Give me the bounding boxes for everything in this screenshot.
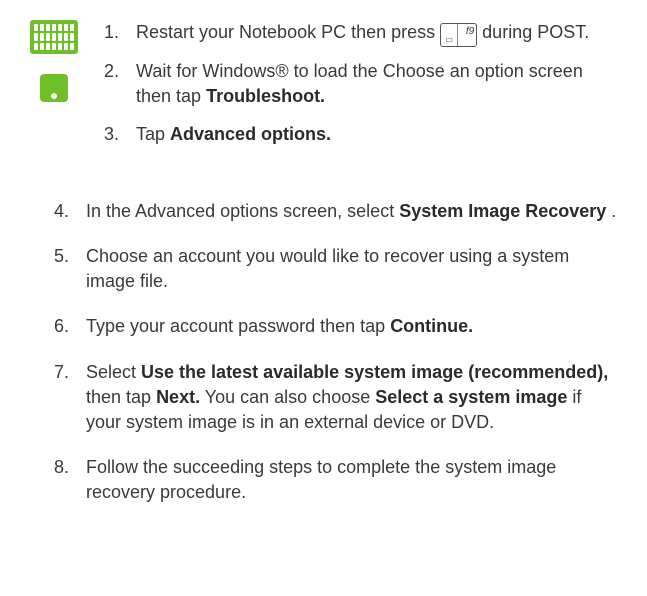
step-text: during POST. [482, 22, 589, 42]
step-text: Wait for Windows® to load the Choose an … [136, 61, 583, 106]
step-text: Select [86, 362, 141, 382]
step-bold: Continue. [390, 316, 473, 336]
top-steps-list: Restart your Notebook PC then press ▭ f9… [96, 20, 617, 159]
step-bold: System Image Recovery [399, 201, 606, 221]
step-text: then tap [86, 387, 156, 407]
key-label: f9 [458, 24, 476, 46]
step-text: Follow the succeeding steps to complete … [86, 457, 556, 502]
bottom-steps-list: In the Advanced options screen, select S… [30, 199, 617, 506]
key-glyph: ▭ [441, 24, 458, 46]
list-item: Type your account password then tap Cont… [74, 314, 617, 339]
step-bold: Advanced options. [170, 124, 331, 144]
step-bold: Troubleshoot. [206, 86, 325, 106]
list-item: Follow the succeeding steps to complete … [74, 455, 617, 505]
step-text: Choose an account you would like to reco… [86, 246, 569, 291]
list-item: In the Advanced options screen, select S… [74, 199, 617, 224]
touch-device-icon [40, 74, 68, 102]
step-bold: Next. [156, 387, 200, 407]
list-item: Wait for Windows® to load the Choose an … [124, 59, 617, 109]
keyboard-icon [30, 20, 78, 54]
step-text: Type your account password then tap [86, 316, 390, 336]
device-icons [30, 20, 78, 102]
step-bold: Select a system image [375, 387, 567, 407]
step-text: . [611, 201, 616, 221]
step-text: Restart your Notebook PC then press [136, 22, 440, 42]
step-text: You can also choose [205, 387, 375, 407]
f9-key-icon: ▭ f9 [440, 23, 477, 47]
step-text: In the Advanced options screen, select [86, 201, 399, 221]
list-item: Select Use the latest available system i… [74, 360, 617, 436]
list-item: Choose an account you would like to reco… [74, 244, 617, 294]
step-text: Tap [136, 124, 170, 144]
list-item: Tap Advanced options. [124, 122, 617, 147]
list-item: Restart your Notebook PC then press ▭ f9… [124, 20, 617, 47]
step-bold: Use the latest available system image (r… [141, 362, 608, 382]
